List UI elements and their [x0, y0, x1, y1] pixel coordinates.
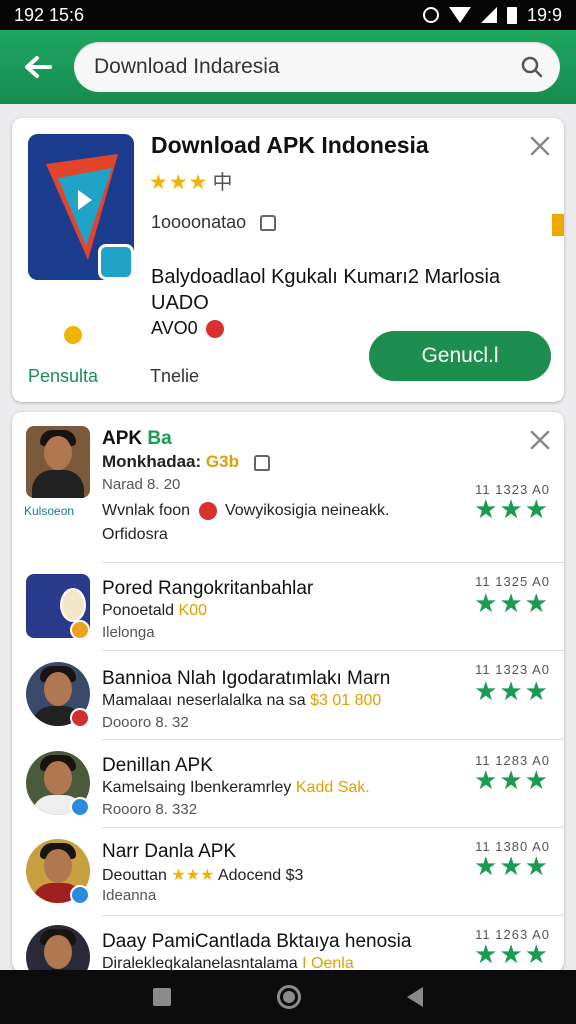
list-item-subtitle: Deouttan ★★★ Adocend $3 — [102, 867, 304, 884]
bookmark-tab — [552, 214, 564, 236]
list-item[interactable]: Daay PamiCantlada Bktaıya henosia Dirale… — [12, 915, 564, 972]
home-icon[interactable] — [277, 985, 301, 1009]
rating-stars: ★★★ — [474, 676, 550, 706]
app-description: Balydoadlaol Kgukalı Kumarı2 Marlosia UA… — [151, 266, 501, 314]
list-item-date: 11 1323 A0 — [475, 662, 550, 677]
warning-icon — [205, 319, 224, 338]
list-item-title: APK Ba — [102, 428, 172, 449]
avatar — [26, 925, 90, 972]
rose-icon — [198, 502, 217, 520]
list-item[interactable]: Kulsoeon APK Ba Monkhadaa: G3b Narad 8. … — [12, 412, 564, 562]
verified-badge-icon — [70, 797, 90, 817]
back-icon[interactable] — [407, 987, 423, 1007]
list-item-subtitle: Monkhadaa: G3b — [102, 452, 270, 472]
list-item-subtitle: Ponoetald K00 — [102, 602, 207, 619]
list-item-meta: Narad 8. 20 — [102, 476, 181, 493]
rating-stars: ★★★ — [474, 494, 550, 524]
wifi-icon — [448, 7, 471, 23]
verified-badge-icon — [70, 885, 90, 905]
search-icon[interactable] — [518, 53, 546, 81]
status-icons: 19:9 — [422, 4, 562, 26]
search-bar[interactable] — [74, 42, 560, 92]
avatar — [26, 426, 90, 498]
list-item[interactable]: Pored Rangokritanbahlar Ponoetald K00 Il… — [12, 562, 564, 648]
back-arrow-icon[interactable] — [16, 45, 60, 89]
verified-badge-icon — [70, 620, 90, 640]
list-item[interactable]: Narr Danla APK Deouttan ★★★ Adocend $3 I… — [12, 827, 564, 915]
recents-icon[interactable] — [153, 988, 171, 1006]
list-item-title: Daay PamiCantlada Bktaıya henosia — [102, 931, 412, 952]
list-item[interactable]: Denillan APK Kamelsaing Ibenkeramrley Ka… — [12, 739, 564, 827]
download-count: 1oooonatao — [151, 212, 277, 233]
list-item[interactable]: Bannioa Nlah Igodaratımlakı Marn Mamalaa… — [12, 650, 564, 738]
search-input[interactable] — [94, 55, 518, 79]
install-button[interactable]: Genucl.l — [369, 331, 551, 381]
rating-stars: ★★★ 中 — [149, 171, 233, 194]
list-item-title: Denillan APK — [102, 755, 213, 776]
status-clock: 19:9 — [526, 4, 562, 25]
signal-icon — [480, 7, 497, 23]
close-icon[interactable] — [529, 135, 551, 157]
rating-stars: ★★★ — [474, 588, 550, 618]
app-info-link[interactable]: Tnelie — [150, 366, 199, 387]
system-nav-bar — [0, 970, 576, 1024]
avatar-caption: Kulsoeon — [24, 504, 75, 518]
list-item-date: 11 1325 A0 — [475, 574, 550, 589]
list-item-meta: Doooro 8. 32 — [102, 714, 189, 731]
category-link[interactable]: Pensulta — [28, 366, 98, 387]
close-icon[interactable] — [529, 429, 551, 451]
verified-badge-icon — [70, 708, 90, 728]
alarm-icon — [422, 7, 439, 23]
list-item-title: Narr Danla APK — [102, 841, 237, 862]
list-item-meta: Ideanna — [102, 887, 157, 904]
rating-stars: ★★★ — [474, 851, 550, 881]
app-badge-icon — [98, 244, 134, 280]
app-bar — [0, 30, 576, 104]
list-item-subtitle: Kamelsaing Ibenkeramrley Kadd Sak. — [102, 779, 370, 796]
list-item-meta: Roooro 8. 332 — [102, 801, 198, 818]
list-item-description-2: Orfidosra — [102, 526, 168, 543]
lock-icon — [260, 214, 277, 231]
status-time: 192 15:6 — [14, 4, 85, 25]
list-item-meta: Ilelonga — [102, 624, 155, 641]
lock-icon — [253, 454, 270, 471]
list-item-title: Bannioa Nlah Igodaratımlakı Marn — [102, 668, 391, 689]
app-title: Download APK Indonesia — [151, 132, 429, 158]
rating-stars: ★★★ — [474, 939, 550, 969]
spark-icon — [64, 326, 82, 344]
rating-stars: ★★★ — [474, 765, 550, 795]
list-item-description: Wvnlak foon Vowyikosigia neineakk. — [102, 502, 390, 520]
featured-app-card[interactable]: Download APK Indonesia ★★★ 中 1oooonatao B… — [12, 118, 564, 402]
status-bar: 192 15:6 19:9 — [0, 0, 576, 30]
list-item-subtitle: Mamalaaı neserlalalka na sa $3 01 800 — [102, 692, 382, 709]
results-list: Kulsoeon APK Ba Monkhadaa: G3b Narad 8. … — [12, 412, 564, 972]
app-version: AVO0 — [151, 318, 224, 339]
list-item-title: Pored Rangokritanbahlar — [102, 578, 314, 599]
battery-icon — [506, 6, 517, 24]
